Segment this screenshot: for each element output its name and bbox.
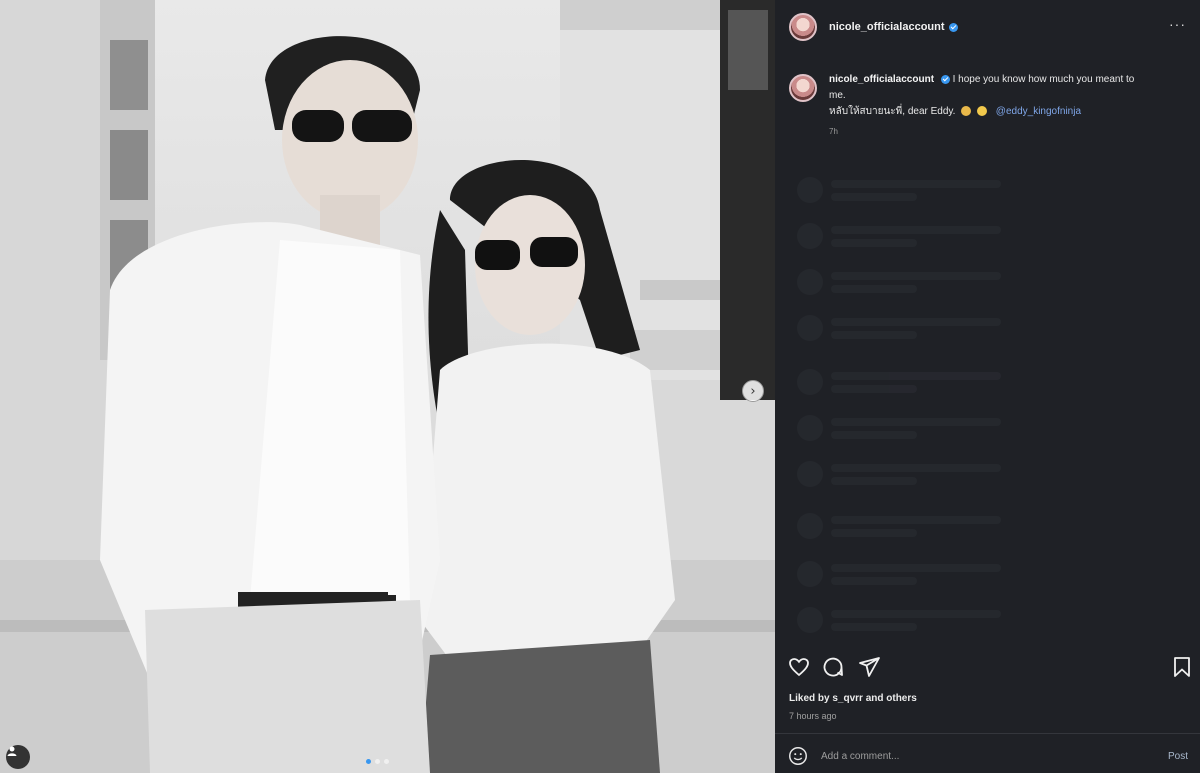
heart-icon[interactable] (787, 655, 811, 679)
comment-composer: Post (775, 740, 1200, 772)
caption-line-3: หลับให้สบายนะพี่, dear Eddy. (829, 106, 956, 117)
chevron-right-icon[interactable]: › (742, 380, 764, 402)
comment-skeleton (797, 368, 1007, 396)
caption-avatar[interactable] (789, 74, 817, 102)
comment-skeleton (797, 414, 1007, 442)
post-side-panel: nicole_officialaccount ··· nicole_offici… (775, 0, 1200, 773)
verified-badge-icon (940, 74, 950, 84)
pray-emoji-icon (961, 106, 972, 117)
carousel-dot (375, 759, 380, 764)
caption-timestamp: 7h (829, 127, 838, 136)
comment-skeleton (797, 268, 1007, 296)
sad-face-emoji-icon (977, 106, 988, 117)
post-header: nicole_officialaccount ··· (775, 0, 1200, 54)
caption-block: nicole_officialaccount I hope you know h… (789, 72, 1189, 140)
caption-username[interactable]: nicole_officialaccount (829, 74, 934, 85)
verified-badge-icon (948, 22, 958, 32)
action-bar (775, 655, 1200, 681)
caption-line-2: me. (829, 90, 846, 101)
mention-link[interactable]: @eddy_kingofninja (996, 106, 1081, 117)
comment-skeleton (797, 176, 1007, 204)
carousel-indicator (366, 759, 389, 764)
avatar[interactable] (789, 13, 817, 41)
comment-skeleton (797, 222, 1007, 250)
comment-skeleton (797, 606, 1007, 634)
user-tag-icon[interactable] (6, 745, 30, 769)
post-photo[interactable]: › (0, 0, 775, 773)
likes-summary[interactable]: Liked by s_qvrr and others (789, 693, 917, 704)
bookmark-icon[interactable] (1170, 655, 1194, 679)
smiley-icon[interactable] (787, 745, 809, 767)
caption-line-1: I hope you know how much you meant to (952, 74, 1135, 85)
comment-skeleton (797, 460, 1007, 488)
comment-skeleton (797, 512, 1007, 540)
photo-illustration (0, 0, 775, 773)
carousel-dot-active (366, 759, 371, 764)
divider (775, 733, 1200, 734)
post-button[interactable]: Post (1168, 751, 1188, 762)
post-timestamp: 7 hours ago (789, 711, 837, 721)
comment-input[interactable] (821, 750, 1168, 762)
comment-skeleton (797, 314, 1007, 342)
comment-icon[interactable] (821, 655, 845, 679)
username[interactable]: nicole_officialaccount (829, 21, 945, 33)
comment-skeleton (797, 560, 1007, 588)
more-horizontal-icon[interactable]: ··· (1169, 16, 1186, 32)
carousel-dot (384, 759, 389, 764)
share-icon[interactable] (857, 655, 881, 679)
instagram-post-view: › nicole_officialaccount ··· nicole_offi… (0, 0, 1200, 773)
